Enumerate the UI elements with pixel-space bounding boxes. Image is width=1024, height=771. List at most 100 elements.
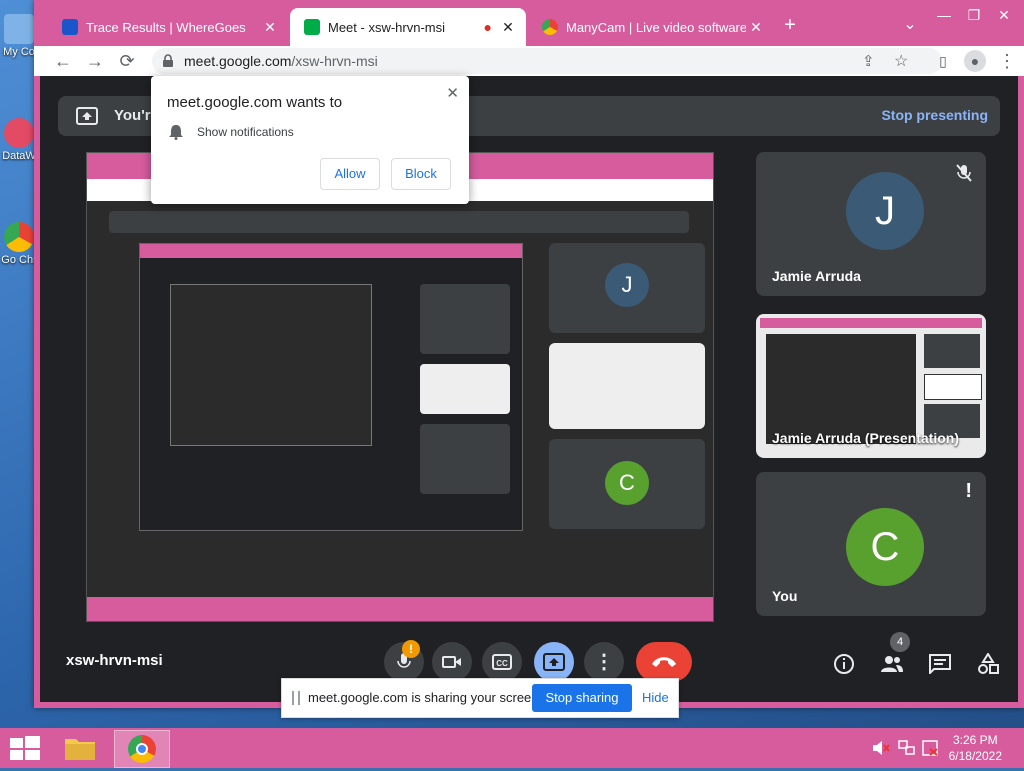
more-options-button[interactable]: ⋮ (584, 642, 624, 682)
network-icon[interactable] (898, 740, 916, 756)
presentation-thumb-tile (924, 374, 982, 400)
volume-muted-icon[interactable] (872, 740, 890, 756)
system-clock[interactable]: 3:26 PM 6/18/2022 (949, 732, 1002, 764)
atom-icon (4, 118, 34, 148)
chat-button[interactable] (926, 650, 954, 678)
nested-tile (420, 424, 510, 494)
sharing-message: meet.google.com is sharing your screen. (308, 690, 543, 705)
desktop-icon-label: Go Chr (1, 254, 37, 266)
camera-button[interactable] (432, 642, 472, 682)
people-button[interactable] (878, 650, 906, 678)
screen-sharing-bar: meet.google.com is sharing your screen. … (281, 678, 679, 718)
taskbar: 3:26 PM 6/18/2022 (0, 728, 1024, 768)
close-icon[interactable]: ✕ (446, 84, 459, 102)
notification-permission-popup: meet.google.com wants to ✕ Show notifica… (151, 76, 469, 204)
captured-taskbar (87, 597, 713, 621)
participant-tile-jamie[interactable]: J Jamie Arruda (756, 152, 986, 296)
new-tab-button[interactable]: + (770, 14, 810, 36)
presentation-thumb-content (766, 334, 916, 444)
chrome-taskbar-button[interactable] (114, 730, 170, 768)
tab-title: Trace Results | WhereGoes (86, 19, 246, 35)
end-call-icon (652, 657, 676, 667)
tab-title: ManyCam | Live video software f (566, 19, 746, 35)
participant-tile-presentation[interactable]: Jamie Arruda (Presentation) (756, 314, 986, 458)
present-screen-icon (543, 653, 565, 671)
url-path: /xsw-hrvn-msi (291, 53, 378, 69)
nested-tab-strip (140, 244, 522, 258)
permission-label: Show notifications (197, 125, 294, 139)
tab-meet[interactable]: Meet - xsw-hrvn-msi ● ✕ (290, 8, 526, 46)
desktop-icon-label: My Co (3, 46, 35, 58)
activities-shapes-icon (978, 652, 999, 674)
profile-avatar[interactable]: ● (964, 50, 986, 72)
start-button[interactable] (0, 730, 48, 766)
block-button[interactable]: Block (391, 158, 451, 190)
close-window-button[interactable]: ✕ (984, 4, 1024, 26)
folder-icon (65, 739, 95, 760)
desktop-icon-my-computer[interactable]: My Co (0, 14, 38, 58)
close-tab-icon[interactable]: ✕ (746, 19, 766, 36)
allow-button[interactable]: Allow (320, 158, 380, 190)
captured-avatar: C (605, 461, 649, 505)
chrome-icon (4, 222, 34, 252)
video-camera-icon (442, 656, 461, 668)
file-explorer-taskbar-button[interactable] (56, 730, 104, 766)
participant-count-badge: 4 (890, 632, 910, 652)
leave-call-button[interactable] (636, 642, 692, 682)
drag-handle-icon[interactable] (292, 691, 300, 705)
back-button[interactable]: ← (52, 50, 74, 72)
clock-time: 3:26 PM (952, 733, 998, 747)
chat-icon (929, 654, 951, 676)
captured-presentation-thumb (139, 243, 523, 531)
tab-title: Meet - xsw-hrvn-msi (328, 19, 446, 35)
captured-tile-you: C (549, 439, 705, 529)
nested-capture (170, 284, 372, 446)
participant-name: You (772, 588, 798, 604)
reload-button[interactable]: ⟳ (116, 50, 138, 72)
bell-icon (169, 125, 183, 140)
more-vert-icon: ⋮ (594, 651, 614, 673)
side-panel-button[interactable]: ▯ (932, 50, 954, 72)
lock-icon (163, 54, 173, 67)
captured-tile-jamie: J (549, 243, 705, 333)
wheregoes-favicon-icon (62, 19, 78, 35)
present-screen-icon (76, 107, 98, 125)
activities-button[interactable] (974, 650, 1002, 678)
present-now-button[interactable] (534, 642, 574, 682)
browser-toolbar: ← → ⟳ meet.google.com/xsw-hrvn-msi ⇪ ☆ ▯… (34, 46, 1024, 76)
captions-button[interactable]: CC (482, 642, 522, 682)
popup-heading: meet.google.com wants to (167, 94, 343, 111)
share-icon[interactable]: ⇪ (862, 52, 875, 70)
desktop-icon-google-chrome[interactable]: Go Chr (0, 222, 38, 266)
tab-manycam[interactable]: ManyCam | Live video software f ✕ (528, 8, 774, 46)
forward-button[interactable]: → (84, 50, 106, 72)
computer-icon (4, 14, 34, 44)
stop-presenting-button[interactable]: Stop presenting (881, 107, 988, 123)
action-center-warning-icon[interactable] (922, 740, 940, 756)
close-tab-icon[interactable]: ✕ (260, 19, 280, 36)
desktop-icon-dataw[interactable]: DataW (0, 118, 38, 162)
address-bar[interactable]: meet.google.com/xsw-hrvn-msi ⇪ ☆ (152, 48, 942, 74)
tab-trace-results[interactable]: Trace Results | WhereGoes ✕ (48, 8, 288, 46)
close-tab-icon[interactable]: ✕ (498, 19, 518, 36)
participant-name: Jamie Arruda (Presentation) (772, 430, 959, 446)
presentation-stage: J C (86, 152, 714, 622)
alert-icon[interactable]: ! (965, 480, 972, 503)
mic-muted-icon (956, 164, 972, 182)
bookmark-star-icon[interactable]: ☆ (894, 51, 908, 71)
stop-sharing-button[interactable]: Stop sharing (532, 684, 632, 712)
hide-button[interactable]: Hide (642, 690, 669, 705)
participant-tile-you[interactable]: C ! You (756, 472, 986, 616)
avatar: J (846, 172, 924, 250)
chrome-icon (128, 735, 156, 763)
nested-tile (420, 364, 510, 414)
windows-logo-icon (10, 736, 40, 762)
avatar: C (846, 508, 924, 586)
closed-captions-icon: CC (492, 654, 512, 670)
browser-menu-button[interactable]: ⋮ (996, 50, 1018, 72)
url-domain: meet.google.com (184, 53, 292, 69)
meeting-details-button[interactable] (830, 650, 858, 678)
url-text: meet.google.com/xsw-hrvn-msi (184, 53, 378, 69)
participant-name: Jamie Arruda (772, 268, 861, 284)
captured-tile-presentation (549, 343, 705, 429)
